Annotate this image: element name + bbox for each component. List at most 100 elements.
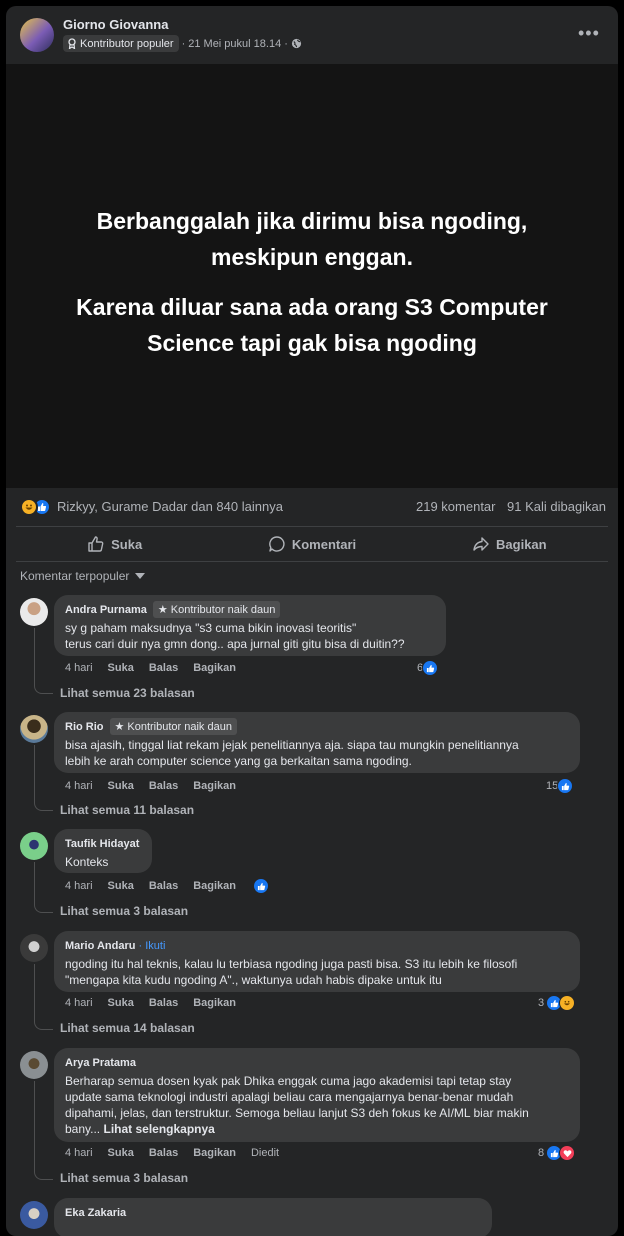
author-name[interactable]: Giorno Giovanna bbox=[63, 17, 168, 32]
comment-time[interactable]: 4 hari bbox=[65, 780, 93, 792]
thumbs-up-icon bbox=[88, 536, 104, 552]
comment-share-button[interactable]: Bagikan bbox=[193, 880, 236, 892]
comment-time[interactable]: 4 hari bbox=[65, 1147, 93, 1159]
comment-reply-button[interactable]: Balas bbox=[149, 780, 178, 792]
comment-time[interactable]: 4 hari bbox=[65, 997, 93, 1009]
comment-reply-button[interactable]: Balas bbox=[149, 662, 178, 674]
comment-author[interactable]: Andra Purnama bbox=[65, 604, 147, 616]
shares-count[interactable]: 91 Kali dibagikan bbox=[507, 499, 606, 514]
author-avatar[interactable] bbox=[20, 18, 54, 52]
comment-bubble: Mario Andaru · Ikuti ngoding itu hal tek… bbox=[54, 931, 580, 992]
view-replies-link[interactable]: Lihat semua 11 balasan bbox=[60, 803, 194, 817]
star-icon: ★ bbox=[114, 721, 125, 733]
comment-time[interactable]: 4 hari bbox=[65, 880, 93, 892]
comment-author[interactable]: Taufik Hidayat bbox=[65, 838, 139, 850]
star-icon: ★ bbox=[157, 604, 168, 616]
caret-down-icon bbox=[135, 573, 146, 579]
thread-line bbox=[34, 745, 53, 811]
badge-label: Kontributor naik daun bbox=[170, 603, 276, 616]
contributor-badge[interactable]: ★ Kontributor naik daun bbox=[109, 718, 237, 735]
love-reaction-icon bbox=[559, 1145, 576, 1161]
post-actions: Suka Komentari Bagikan bbox=[16, 526, 608, 562]
badge-icon bbox=[68, 38, 76, 49]
avatar[interactable] bbox=[20, 832, 48, 860]
comment-text: bisa ajasih, tinggal liat rekam jejak pe… bbox=[65, 737, 569, 769]
reaction-icons[interactable] bbox=[20, 498, 52, 516]
avatar[interactable] bbox=[20, 934, 48, 962]
post-time[interactable]: 21 Mei pukul 18.14 bbox=[188, 38, 281, 50]
comment-author[interactable]: Rio Rio bbox=[65, 721, 104, 733]
comment-text: ngoding itu hal teknis, kalau lu terbias… bbox=[65, 956, 569, 988]
comment-share-button[interactable]: Bagikan bbox=[193, 997, 236, 1009]
comment-like-button[interactable]: Suka bbox=[108, 1147, 134, 1159]
comment-reply-button[interactable]: Balas bbox=[149, 880, 178, 892]
badge-label: Kontributor populer bbox=[80, 37, 174, 50]
share-icon bbox=[473, 537, 489, 551]
comment-author[interactable]: Mario Andaru bbox=[65, 940, 136, 952]
comment-like-button[interactable]: Suka bbox=[108, 997, 134, 1009]
comment-like-button[interactable]: Suka bbox=[108, 780, 134, 792]
comment-text: sy g paham maksudnya "s3 cuma bikin inov… bbox=[65, 620, 435, 652]
comment-author-row: Arya Pratama bbox=[65, 1055, 569, 1070]
comment-sort-dropdown[interactable]: Komentar terpopuler bbox=[20, 569, 146, 583]
view-replies-link[interactable]: Lihat semua 23 balasan bbox=[60, 686, 195, 700]
comment-reactions[interactable]: 3 bbox=[538, 995, 576, 1011]
comment-icon bbox=[269, 536, 285, 552]
comment-author-row: Taufik Hidayat bbox=[65, 836, 141, 851]
comment-text-line: bany... Lihat selengkapnya bbox=[65, 1121, 569, 1137]
comment-reactions[interactable]: 6 bbox=[417, 660, 439, 676]
meta-separator: · bbox=[181, 37, 186, 50]
like-reaction-icon bbox=[422, 660, 439, 676]
avatar[interactable] bbox=[20, 1051, 48, 1079]
post-image[interactable]: Berbanggalah jika dirimu bisa ngoding, m… bbox=[6, 64, 618, 488]
comments-count[interactable]: 219 komentar bbox=[416, 499, 496, 514]
view-replies-link[interactable]: Lihat semua 3 balasan bbox=[60, 904, 188, 918]
comment-like-button[interactable]: Suka bbox=[108, 662, 134, 674]
post-meta: Kontributor populer · 21 Mei pukul 18.14… bbox=[63, 35, 302, 52]
comment-author-row: Mario Andaru · Ikuti bbox=[65, 938, 569, 953]
comment-author-row: Rio Rio ★ Kontributor naik daun bbox=[65, 718, 569, 735]
share-button[interactable]: Bagikan bbox=[411, 527, 608, 561]
image-text-line: Karena diluar sana ada orang S3 Computer bbox=[76, 294, 548, 320]
comment-button[interactable]: Komentari bbox=[213, 527, 410, 561]
comment-actions: 4 hari Suka Balas Bagikan bbox=[65, 780, 236, 792]
share-label: Bagikan bbox=[496, 536, 547, 552]
comment-text-line: lebih ke arah computer science yang ga b… bbox=[65, 754, 412, 768]
comment-author[interactable]: Eka Zakaria bbox=[65, 1207, 126, 1219]
comment-share-button[interactable]: Bagikan bbox=[193, 780, 236, 792]
comment-share-button[interactable]: Bagikan bbox=[193, 1147, 236, 1159]
contributor-badge[interactable]: Kontributor populer bbox=[63, 35, 179, 52]
post-card: Giorno Giovanna Kontributor populer · 21… bbox=[6, 6, 618, 1236]
like-button[interactable]: Suka bbox=[16, 527, 213, 561]
badge-label: Kontributor naik daun bbox=[127, 720, 232, 733]
more-options-icon[interactable]: ••• bbox=[578, 24, 600, 42]
comment-reactions[interactable]: 15 bbox=[546, 778, 574, 794]
comment-reply-button[interactable]: Balas bbox=[149, 1147, 178, 1159]
comment-reply-button[interactable]: Balas bbox=[149, 997, 178, 1009]
reactions-summary[interactable]: Rizkyy, Gurame Dadar dan 840 lainnya bbox=[57, 499, 283, 514]
comment-share-button[interactable]: Bagikan bbox=[193, 662, 236, 674]
avatar[interactable] bbox=[20, 598, 48, 626]
comment-time[interactable]: 4 hari bbox=[65, 662, 93, 674]
meta-separator: · bbox=[284, 37, 288, 50]
avatar[interactable] bbox=[20, 715, 48, 743]
thread-line bbox=[34, 964, 53, 1030]
haha-reaction-icon bbox=[20, 498, 38, 516]
reaction-count: 3 bbox=[538, 997, 545, 1009]
comment-reactions[interactable] bbox=[253, 878, 269, 894]
view-replies-link[interactable]: Lihat semua 14 balasan bbox=[60, 1021, 195, 1035]
avatar[interactable] bbox=[20, 1201, 48, 1229]
comment-reactions[interactable]: 8 bbox=[538, 1145, 576, 1161]
comment-text-line: bisa ajasih, tinggal liat rekam jejak pe… bbox=[65, 738, 519, 752]
comment-text-line: Berharap semua dosen kyak pak Dhika engg… bbox=[65, 1074, 512, 1088]
comment-author[interactable]: Arya Pratama bbox=[65, 1057, 136, 1069]
comment-bubble: Rio Rio ★ Kontributor naik daun bisa ajas… bbox=[54, 712, 580, 773]
comment-text-line: terus cari duir nya gmn dong.. apa jurna… bbox=[65, 637, 405, 651]
comment-text-line: "mengapa kita kudu ngoding A"., waktunya… bbox=[65, 973, 442, 987]
follow-button[interactable]: · Ikuti bbox=[139, 940, 166, 952]
contributor-badge[interactable]: ★ Kontributor naik daun bbox=[152, 601, 281, 618]
comment-like-button[interactable]: Suka bbox=[108, 880, 134, 892]
comment-text: Konteks bbox=[65, 854, 141, 870]
view-replies-link[interactable]: Lihat semua 3 balasan bbox=[60, 1171, 188, 1185]
see-more-link[interactable]: Lihat selengkapnya bbox=[103, 1122, 214, 1136]
